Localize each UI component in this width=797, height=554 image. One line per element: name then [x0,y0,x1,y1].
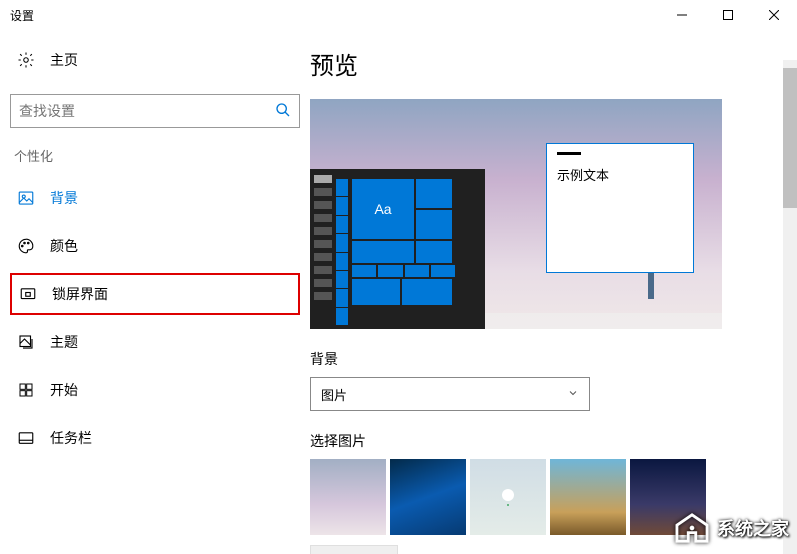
content-area: 预览 Aa 示例文本 背景 图片 [310,30,797,554]
search-box[interactable] [10,94,300,128]
chevron-down-icon [567,387,579,402]
nav-label: 开始 [50,380,78,400]
sidebar-item-colors[interactable]: 颜色 [10,225,300,267]
search-icon [275,102,291,121]
sidebar-item-themes[interactable]: 主题 [10,321,300,363]
select-value: 图片 [321,385,347,404]
picture-thumbnails [310,459,769,535]
background-select[interactable]: 图片 [310,377,590,411]
picture-thumb-3[interactable] [470,459,546,535]
titlebar: 设置 [0,0,797,30]
window-controls [659,0,797,30]
browse-button[interactable]: 浏览 [310,545,398,554]
picture-icon [16,189,36,207]
preview-sample-window: 示例文本 [546,143,694,273]
sidebar-item-lockscreen[interactable]: 锁屏界面 [10,273,300,315]
sidebar-item-taskbar[interactable]: 任务栏 [10,417,300,459]
maximize-button[interactable] [705,0,751,30]
preview-start-menu: Aa [310,169,485,329]
nav-label: 锁屏界面 [52,284,108,304]
background-label: 背景 [310,349,769,369]
sidebar-item-start[interactable]: 开始 [10,369,300,411]
page-title: 预览 [310,46,769,81]
desktop-preview: Aa 示例文本 [310,99,722,329]
gear-icon [16,51,36,69]
taskbar-icon [16,429,36,447]
palette-icon [16,237,36,255]
home-link[interactable]: 主页 [10,40,300,80]
scrollbar[interactable] [783,60,797,554]
themes-icon [16,333,36,351]
nav-label: 背景 [50,188,78,208]
section-title: 个性化 [14,146,300,165]
nav-label: 颜色 [50,236,78,256]
lockscreen-icon [18,285,38,303]
sidebar: 主页 个性化 背景 颜色 锁屏界面 [0,30,310,554]
picture-thumb-2[interactable] [390,459,466,535]
sidebar-item-background[interactable]: 背景 [10,177,300,219]
search-input[interactable] [19,103,275,119]
scroll-thumb[interactable] [783,68,797,208]
start-icon [16,382,36,398]
nav-label: 主题 [50,332,78,352]
nav-label: 任务栏 [50,428,92,448]
window-title: 设置 [10,7,659,24]
choose-picture-label: 选择图片 [310,431,769,451]
close-button[interactable] [751,0,797,30]
sample-text: 示例文本 [557,165,683,184]
picture-thumb-4[interactable] [550,459,626,535]
picture-thumb-5[interactable] [630,459,706,535]
minimize-button[interactable] [659,0,705,30]
preview-tile-aa: Aa [352,179,414,239]
home-label: 主页 [50,50,78,70]
picture-thumb-1[interactable] [310,459,386,535]
